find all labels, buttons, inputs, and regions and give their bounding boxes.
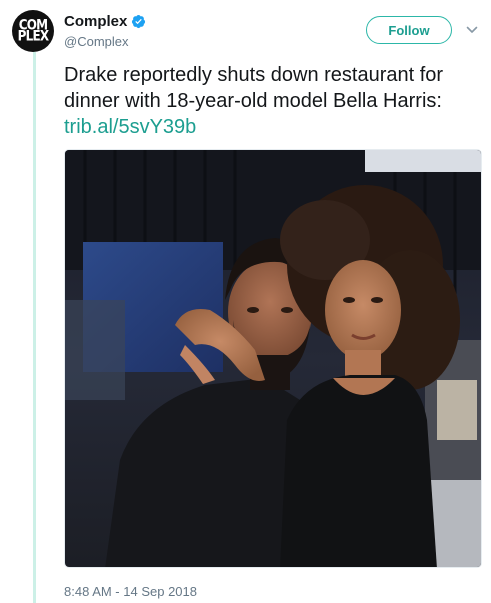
tweet-photo[interactable] [64,149,482,568]
user-info[interactable]: Complex @Complex [64,13,146,49]
tweet-timestamp[interactable]: 8:48 AM - 14 Sep 2018 [64,584,197,599]
thread-line [33,52,36,603]
tweet-body: Drake reportedly shuts down restaurant f… [64,64,444,112]
verified-badge-icon [132,14,146,29]
user-handle[interactable]: @Complex [64,34,146,49]
avatar[interactable]: COM PLEX [12,10,54,52]
photo-image [65,150,481,567]
tweet-text: Drake reportedly shuts down restaurant f… [64,62,484,140]
tweet-link[interactable]: trib.al/5svY39b [64,116,196,138]
follow-button[interactable]: Follow [366,16,452,44]
avatar-text-line2: PLEX [17,27,49,44]
name-row: Complex [64,13,146,30]
display-name[interactable]: Complex [64,13,127,30]
chevron-down-icon[interactable] [466,24,478,36]
tweet-card: COM PLEX Complex @Complex Follow Drake r… [0,0,491,603]
